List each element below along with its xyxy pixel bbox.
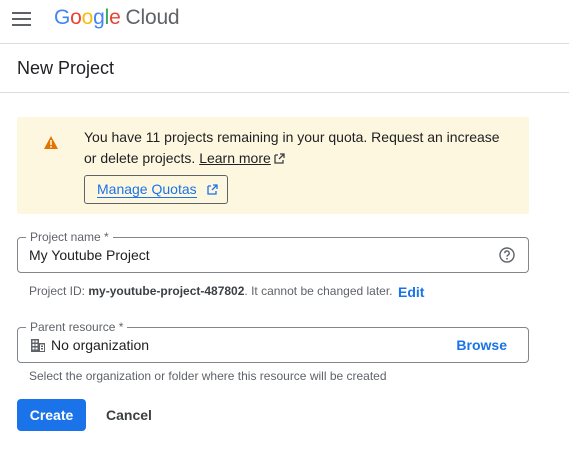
page-title: New Project [17, 58, 115, 78]
google-cloud-logo[interactable]: Google Cloud [54, 6, 180, 30]
parent-resource-value: No organization [51, 337, 150, 353]
external-link-icon [207, 184, 218, 195]
project-name-field[interactable]: Project name * My Youtube Project [17, 230, 529, 273]
project-name-label: Project name * [26, 230, 113, 244]
project-id-hint: Project ID: my-youtube-project-487802. I… [29, 284, 393, 298]
project-id-suffix: . It cannot be changed later. [244, 284, 393, 298]
edit-project-id-button[interactable]: Edit [398, 284, 424, 300]
external-link-icon [274, 153, 285, 164]
parent-resource-hint: Select the organization or folder where … [29, 369, 387, 383]
learn-more-link[interactable]: Learn more [199, 150, 271, 166]
top-app-bar: Google Cloud [0, 0, 569, 44]
manage-quotas-button[interactable]: Manage Quotas [84, 175, 228, 204]
quota-message-text: You have 11 projects remaining in your q… [84, 129, 500, 166]
cancel-button[interactable]: Cancel [97, 399, 161, 431]
warning-icon [44, 136, 58, 149]
page-header: New Project [0, 44, 569, 93]
hamburger-menu-icon[interactable] [12, 12, 31, 26]
manage-quotas-label: Manage Quotas [97, 181, 197, 198]
organization-building-icon [31, 339, 45, 352]
browse-button[interactable]: Browse [456, 337, 507, 353]
create-button[interactable]: Create [17, 399, 86, 431]
quota-warning-banner: You have 11 projects remaining in your q… [17, 117, 529, 214]
project-id-prefix: Project ID: [29, 284, 89, 298]
help-circle-icon[interactable] [499, 247, 515, 263]
project-name-input[interactable]: My Youtube Project [29, 247, 150, 263]
quota-message: You have 11 projects remaining in your q… [84, 127, 514, 169]
parent-resource-field[interactable]: Parent resource * No organization Browse [17, 320, 529, 363]
parent-resource-label: Parent resource * [26, 320, 128, 334]
project-id-value: my-youtube-project-487802 [88, 284, 245, 298]
